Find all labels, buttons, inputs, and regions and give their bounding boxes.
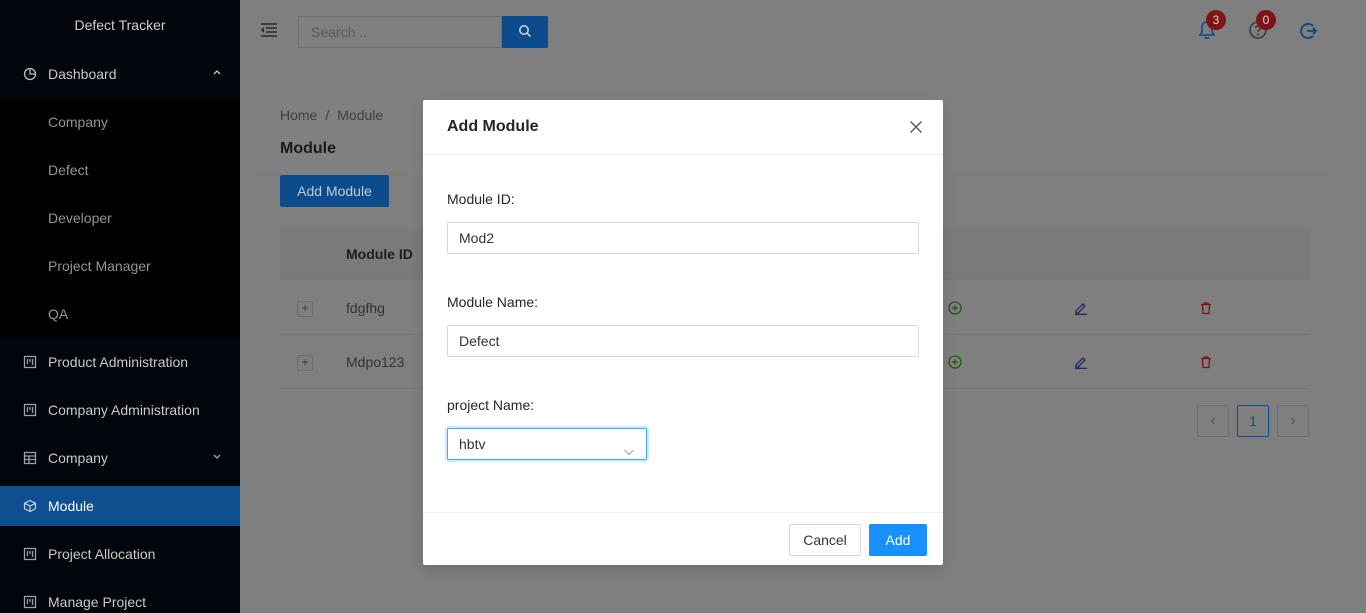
module-id-cell: Mdpo123 bbox=[346, 354, 405, 370]
add-module-button[interactable]: Add Module bbox=[280, 175, 389, 207]
sidebar: Defect Tracker Dashboard Company Defect … bbox=[0, 0, 240, 613]
chevron-left-icon bbox=[1208, 413, 1218, 429]
top-header: 3 0 bbox=[240, 0, 1366, 64]
sidebar-item-company[interactable]: Company bbox=[0, 98, 240, 146]
sidebar-item-company-administration[interactable]: Company Administration bbox=[0, 386, 240, 434]
sidebar-item-label: Module bbox=[48, 498, 94, 514]
breadcrumb: Home / Module bbox=[280, 107, 383, 123]
table-icon bbox=[22, 450, 38, 466]
module-id-label: Module ID: bbox=[447, 191, 515, 207]
close-icon[interactable] bbox=[909, 120, 923, 134]
add-circle-icon[interactable] bbox=[948, 355, 962, 369]
sidebar-item-manage-project[interactable]: Manage Project bbox=[0, 578, 240, 613]
project-icon bbox=[22, 546, 38, 562]
dashboard-submenu: Company Defect Developer Project Manager… bbox=[0, 98, 240, 338]
row-expand-button[interactable]: + bbox=[297, 355, 313, 371]
notifications-button[interactable]: 3 bbox=[1198, 10, 1226, 40]
chevron-right-icon bbox=[1288, 413, 1298, 429]
sidebar-item-label: Defect bbox=[48, 162, 89, 178]
sidebar-item-product-administration[interactable]: Product Administration bbox=[0, 338, 240, 386]
menu-fold-icon[interactable] bbox=[260, 22, 278, 40]
module-name-label: Module Name: bbox=[447, 294, 539, 310]
pie-chart-icon bbox=[22, 66, 38, 82]
search-button[interactable] bbox=[502, 16, 548, 48]
project-icon bbox=[22, 594, 38, 610]
sidebar-item-label: Dashboard bbox=[48, 66, 117, 82]
sidebar-item-label: Company bbox=[48, 114, 108, 130]
sidebar-item-label: QA bbox=[48, 306, 69, 322]
logout-button[interactable] bbox=[1298, 21, 1318, 41]
search-input[interactable] bbox=[298, 16, 502, 48]
logout-icon bbox=[1298, 23, 1318, 44]
cancel-button[interactable]: Cancel bbox=[789, 524, 861, 556]
sidebar-item-label: Project Allocation bbox=[48, 546, 156, 562]
page-title: Module bbox=[280, 140, 336, 157]
edit-icon[interactable] bbox=[1074, 355, 1088, 369]
add-button[interactable]: Add bbox=[869, 524, 927, 556]
sidebar-item-project-allocation[interactable]: Project Allocation bbox=[0, 530, 240, 578]
sidebar-item-dashboard[interactable]: Dashboard bbox=[0, 50, 240, 98]
sidebar-item-qa[interactable]: QA bbox=[0, 290, 240, 338]
sidebar-item-defect[interactable]: Defect bbox=[0, 146, 240, 194]
sidebar-item-label: Product Administration bbox=[48, 354, 189, 370]
modal-footer: Cancel Add bbox=[423, 512, 943, 565]
edit-icon[interactable] bbox=[1074, 301, 1088, 315]
modal-header: Add Module bbox=[423, 100, 943, 155]
sidebar-item-label: Manage Project bbox=[48, 594, 147, 610]
project-name-selected: hbtv bbox=[459, 436, 486, 452]
sidebar-item-company-group[interactable]: Company bbox=[0, 434, 240, 482]
breadcrumb-current: Module bbox=[337, 107, 384, 123]
notifications-badge: 3 bbox=[1206, 10, 1226, 30]
module-id-cell: fdgfhg bbox=[346, 300, 385, 316]
delete-icon[interactable] bbox=[1199, 301, 1213, 315]
chevron-down-icon bbox=[212, 452, 222, 465]
sidebar-item-label: Developer bbox=[48, 210, 112, 226]
search-icon bbox=[518, 24, 532, 41]
pagination-prev[interactable] bbox=[1197, 405, 1229, 437]
chevron-down-icon bbox=[623, 438, 635, 456]
cube-icon bbox=[22, 498, 38, 514]
project-icon bbox=[22, 354, 38, 370]
project-icon bbox=[22, 402, 38, 418]
help-badge: 0 bbox=[1256, 10, 1276, 30]
app-title: Defect Tracker bbox=[74, 17, 166, 33]
delete-icon[interactable] bbox=[1199, 355, 1213, 369]
row-expand-button[interactable]: + bbox=[297, 301, 313, 317]
add-module-modal: Add Module Module ID: Module Name: proje… bbox=[423, 100, 943, 565]
sidebar-item-label: Company Administration bbox=[48, 402, 200, 418]
sidebar-item-label: Project Manager bbox=[48, 258, 151, 274]
sidebar-item-label: Company bbox=[48, 450, 108, 466]
project-name-label: project Name: bbox=[447, 397, 535, 413]
module-name-input[interactable] bbox=[447, 325, 919, 357]
chevron-up-icon bbox=[212, 68, 222, 81]
breadcrumb-home[interactable]: Home bbox=[280, 107, 317, 123]
pagination-page[interactable]: 1 bbox=[1237, 405, 1269, 437]
column-header-module-id: Module ID bbox=[346, 246, 413, 262]
add-circle-icon[interactable] bbox=[948, 301, 962, 315]
project-name-select[interactable]: hbtv bbox=[447, 428, 647, 460]
breadcrumb-separator: / bbox=[325, 107, 330, 123]
module-id-input[interactable] bbox=[447, 222, 919, 254]
sidebar-item-developer[interactable]: Developer bbox=[0, 194, 240, 242]
modal-title: Add Module bbox=[447, 118, 539, 135]
pagination-next[interactable] bbox=[1277, 405, 1309, 437]
sidebar-item-module[interactable]: Module bbox=[0, 486, 240, 526]
sidebar-item-project-manager[interactable]: Project Manager bbox=[0, 242, 240, 290]
help-button[interactable]: 0 bbox=[1248, 10, 1276, 40]
